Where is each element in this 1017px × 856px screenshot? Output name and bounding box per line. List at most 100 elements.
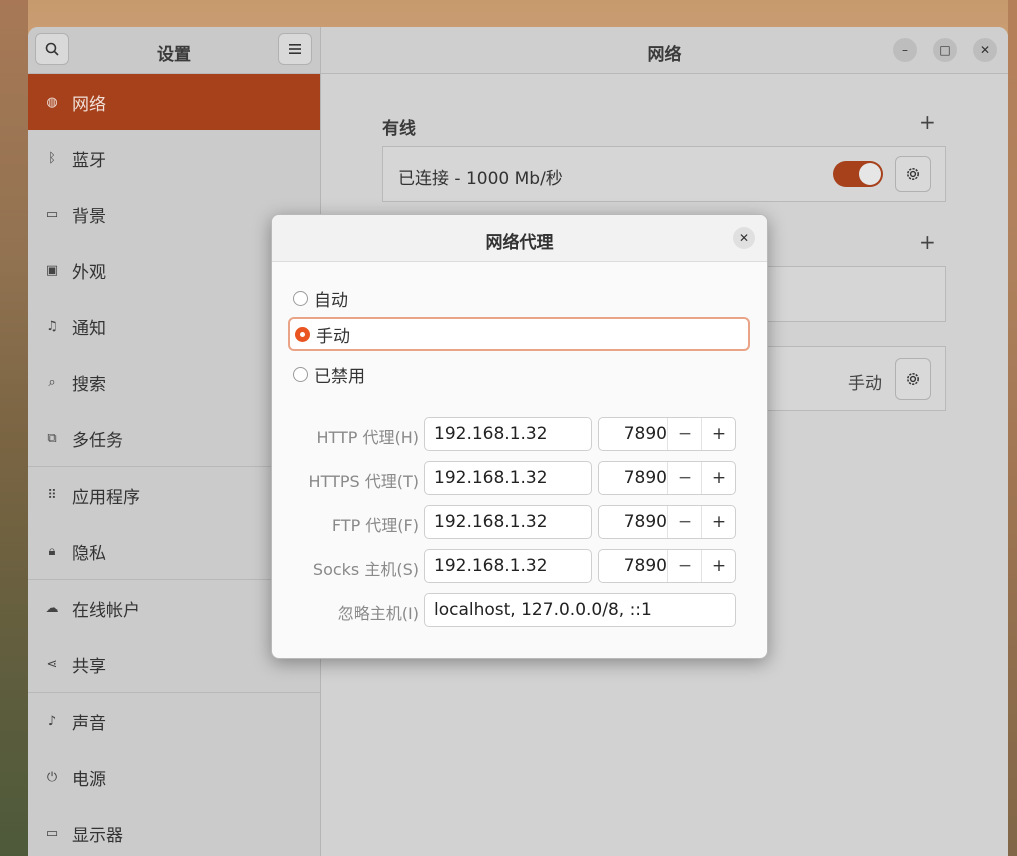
wired-connection-card: 已连接 - 1000 Mb/秒 (382, 146, 946, 202)
sidebar-item-label: 电源 (72, 769, 106, 790)
hamburger-icon (289, 44, 301, 54)
port-increment-button[interactable]: + (701, 418, 736, 450)
add-vpn-button[interactable]: + (919, 230, 936, 254)
menu-button[interactable] (278, 33, 312, 65)
port-decrement-button[interactable]: − (667, 506, 702, 538)
sidebar-item-power[interactable]: ⏻ 电源 (28, 749, 320, 805)
radio-label: 自动 (314, 290, 348, 311)
main-header: 网络 – □ ✕ (321, 27, 1008, 74)
radio-auto[interactable]: 自动 (288, 281, 750, 315)
radio-button (293, 290, 308, 306)
sidebar-item-label: 共享 (72, 656, 106, 677)
dialog-title: 网络代理 (485, 233, 554, 253)
sidebar-item-sound[interactable]: ♪ 声音 (28, 693, 320, 749)
https-proxy-host-input[interactable]: 192.168.1.32 (424, 461, 592, 495)
https-proxy-label: HTTPS 代理(T) (308, 472, 419, 491)
https-proxy-row: HTTPS 代理(T) 192.168.1.32 7890 − + (272, 461, 767, 495)
sidebar-item-label: 背景 (72, 206, 106, 227)
socks-host-label: Socks 主机(S) (312, 560, 419, 579)
bell-icon: ♫ (46, 318, 58, 334)
gear-icon (907, 373, 919, 385)
toggle-knob (859, 163, 881, 185)
http-proxy-port-stepper: 7890 − + (598, 417, 736, 451)
http-proxy-row: HTTP 代理(H) 192.168.1.32 7890 − + (272, 417, 767, 451)
ftp-proxy-label: FTP 代理(F) (331, 516, 419, 535)
port-increment-button[interactable]: + (701, 550, 736, 582)
port-decrement-button[interactable]: − (667, 462, 702, 494)
radio-label: 手动 (316, 326, 350, 347)
sidebar-item-label: 声音 (72, 713, 106, 734)
port-decrement-button[interactable]: − (667, 418, 702, 450)
sidebar-item-label: 隐私 (72, 543, 106, 564)
search-icon: ⌕ (48, 374, 56, 390)
share-icon: ⋖ (46, 656, 58, 672)
network-icon: ◍ (46, 94, 58, 110)
sidebar-item-label: 显示器 (72, 825, 123, 846)
power-icon: ⏻ (46, 769, 58, 785)
music-note-icon: ♪ (47, 713, 57, 729)
apps-grid-icon: ⠿ (47, 487, 57, 503)
wired-settings-button[interactable] (895, 156, 931, 192)
radio-manual[interactable]: 手动 (288, 317, 750, 351)
wired-status: 已连接 - 1000 Mb/秒 (398, 169, 563, 189)
dialog-close-button[interactable]: ✕ (733, 227, 755, 249)
http-proxy-port-input[interactable]: 7890 (599, 418, 667, 450)
appearance-icon: ▣ (45, 262, 59, 278)
network-proxy-dialog: 网络代理 ✕ 自动 手动 已禁用 HTTP 代理(H) 192.168.1.32… (271, 214, 768, 659)
socks-host-row: Socks 主机(S) 192.168.1.32 7890 − + (272, 549, 767, 583)
wired-section-title: 有线 (382, 119, 416, 139)
radio-button (295, 326, 310, 342)
port-increment-button[interactable]: + (701, 506, 736, 538)
dialog-header: 网络代理 ✕ (272, 215, 767, 262)
gear-icon (907, 168, 919, 180)
socks-port-input[interactable]: 7890 (599, 550, 667, 582)
maximize-button[interactable]: □ (933, 38, 957, 62)
sidebar-title: 设置 (157, 45, 191, 65)
proxy-mode-value: 手动 (848, 374, 882, 394)
sidebar-item-label: 应用程序 (72, 487, 140, 508)
ftp-proxy-row: FTP 代理(F) 192.168.1.32 7890 − + (272, 505, 767, 539)
sidebar-item-network[interactable]: ◍ 网络 (28, 74, 320, 130)
radio-button (293, 366, 308, 382)
sidebar-item-display[interactable]: ▭ 显示器 (28, 805, 320, 856)
minimize-button[interactable]: – (893, 38, 917, 62)
ftp-proxy-port-input[interactable]: 7890 (599, 506, 667, 538)
sidebar-item-label: 蓝牙 (72, 150, 106, 171)
proxy-settings-button[interactable] (895, 358, 931, 400)
socks-host-input[interactable]: 192.168.1.32 (424, 549, 592, 583)
port-increment-button[interactable]: + (701, 462, 736, 494)
wired-toggle[interactable] (833, 161, 883, 187)
sidebar-item-label: 搜索 (72, 374, 106, 395)
close-icon: ✕ (738, 231, 750, 245)
add-wired-button[interactable]: + (919, 110, 936, 134)
close-icon: ✕ (979, 43, 991, 57)
wallpaper-left-strip (0, 0, 28, 856)
minimize-icon: – (902, 43, 908, 57)
https-proxy-port-stepper: 7890 − + (598, 461, 736, 495)
sidebar-item-label: 在线帐户 (72, 600, 140, 621)
http-proxy-label: HTTP 代理(H) (316, 428, 419, 447)
lock-icon: 🔒︎ (48, 543, 56, 559)
close-button[interactable]: ✕ (973, 38, 997, 62)
https-proxy-port-input[interactable]: 7890 (599, 462, 667, 494)
radio-label: 已禁用 (314, 366, 365, 387)
background-icon: ▭ (45, 206, 59, 222)
sidebar-item-label: 多任务 (72, 430, 123, 451)
sidebar-item-label: 网络 (72, 94, 106, 115)
maximize-icon: □ (939, 43, 951, 57)
port-decrement-button[interactable]: − (667, 550, 702, 582)
ignore-hosts-row: 忽略主机(I) localhost, 127.0.0.0/8, ::1 (272, 593, 767, 627)
ftp-proxy-host-input[interactable]: 192.168.1.32 (424, 505, 592, 539)
sidebar-item-bluetooth[interactable]: ᛒ 蓝牙 (28, 130, 320, 186)
cloud-icon: ☁ (45, 600, 59, 616)
sidebar-item-label: 外观 (72, 262, 106, 283)
sidebar-item-label: 通知 (72, 318, 106, 339)
radio-disabled[interactable]: 已禁用 (288, 357, 750, 391)
ignore-hosts-label: 忽略主机(I) (337, 604, 419, 623)
wallpaper-right-strip (1008, 0, 1017, 856)
multitasking-icon: ⧉ (47, 430, 57, 446)
ftp-proxy-port-stepper: 7890 − + (598, 505, 736, 539)
bluetooth-icon: ᛒ (48, 150, 56, 166)
http-proxy-host-input[interactable]: 192.168.1.32 (424, 417, 592, 451)
ignore-hosts-input[interactable]: localhost, 127.0.0.0/8, ::1 (424, 593, 736, 627)
